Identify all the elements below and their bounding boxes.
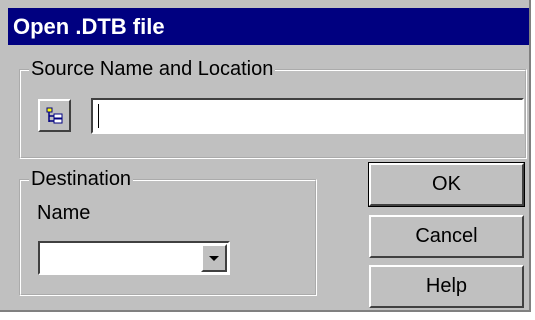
help-button[interactable]: Help <box>369 265 524 308</box>
destination-group-label: Destination <box>29 168 134 190</box>
text-caret <box>98 104 99 128</box>
source-name-location-group: Source Name and Location <box>19 58 527 159</box>
open-dtb-dialog: Open .DTB file Source Name and Location … <box>0 0 531 312</box>
source-group-label: Source Name and Location <box>29 58 276 80</box>
destination-group: Destination Name <box>19 168 317 296</box>
chevron-down-icon <box>209 255 219 261</box>
cancel-button[interactable]: Cancel <box>369 215 524 258</box>
tree-browse-icon <box>46 107 62 123</box>
destination-name-combobox[interactable] <box>38 241 230 275</box>
dialog-title: Open .DTB file <box>8 8 529 45</box>
ok-button[interactable]: OK <box>368 162 525 207</box>
destination-name-label: Name <box>37 202 91 224</box>
dropdown-button[interactable] <box>201 244 227 272</box>
source-path-input[interactable] <box>91 98 524 134</box>
browse-button[interactable] <box>38 99 71 132</box>
